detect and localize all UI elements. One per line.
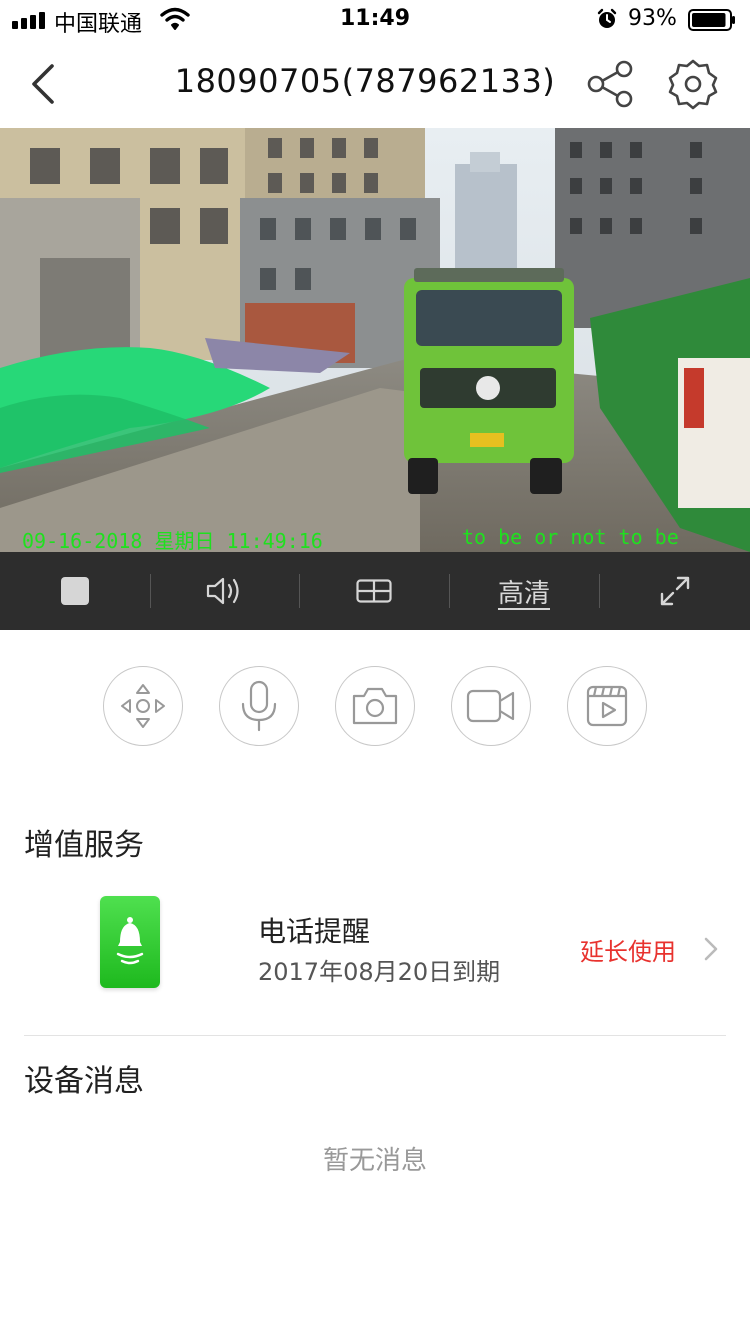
back-button[interactable] [26, 62, 66, 106]
navigation-bar: 18090705(787962133) [0, 40, 750, 128]
value-services-heading: 增值服务 [24, 828, 144, 863]
bell-alert-icon [116, 917, 144, 965]
camera-scene-image [0, 128, 750, 552]
alarm-clock-icon [597, 8, 617, 28]
player-control-bar: 高清 [0, 552, 750, 630]
service-name: 电话提醒 [258, 915, 371, 948]
device-title: 18090705(787962133) [174, 62, 556, 100]
chevron-right-icon[interactable] [702, 936, 720, 962]
grid-layout-icon [356, 579, 392, 603]
quality-label: 高清 [497, 578, 550, 609]
chevron-left-icon [32, 64, 54, 104]
stop-icon [61, 577, 89, 605]
action-buttons-row [0, 666, 750, 746]
playback-icon [586, 685, 628, 727]
playback-button[interactable] [567, 666, 647, 746]
volume-button[interactable] [150, 552, 300, 630]
quality-button[interactable]: 高清 [449, 552, 599, 630]
speaker-icon [206, 577, 239, 605]
empty-messages-text: 暂无消息 [322, 1146, 427, 1176]
settings-button[interactable] [666, 58, 720, 110]
live-video-feed[interactable]: 09-16-2018 星期日 11:49:16 to be or not to … [0, 128, 750, 552]
extend-service-link[interactable]: 延长使用 [580, 932, 676, 967]
layout-button[interactable] [299, 552, 449, 630]
stop-button[interactable] [0, 552, 150, 630]
osd-timestamp: 09-16-2018 星期日 11:49:16 [22, 529, 323, 552]
gear-icon [668, 59, 718, 110]
camera-snapshot-icon [352, 687, 398, 725]
device-messages-heading: 设备消息 [24, 1064, 144, 1099]
battery-percentage: 93% [628, 6, 677, 31]
service-expiry-date: 2017年08月20日到期 [258, 958, 501, 986]
record-button[interactable] [451, 666, 531, 746]
status-bar: 中国联通 11:49 93% [0, 0, 750, 40]
phone-alert-service-icon [100, 896, 160, 988]
video-record-icon [466, 689, 515, 723]
intercom-button[interactable] [219, 666, 299, 746]
microphone-icon [241, 680, 277, 732]
battery-icon [688, 9, 735, 31]
fullscreen-button[interactable] [599, 552, 750, 630]
section-divider [24, 1035, 726, 1036]
ptz-control-button[interactable] [103, 666, 183, 746]
expand-icon [660, 576, 689, 606]
ptz-direction-icon [121, 684, 165, 728]
share-button[interactable] [584, 60, 638, 108]
snapshot-button[interactable] [335, 666, 415, 746]
osd-caption: to be or not to be [462, 525, 679, 549]
share-icon [587, 60, 633, 108]
